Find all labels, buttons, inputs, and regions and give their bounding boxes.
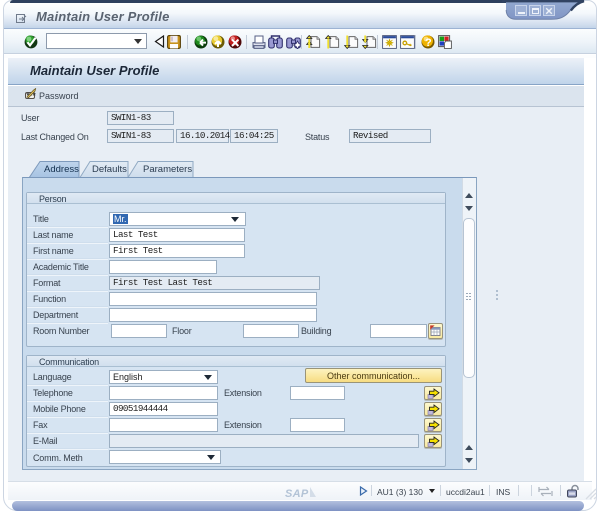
- svg-text:?: ?: [425, 37, 432, 49]
